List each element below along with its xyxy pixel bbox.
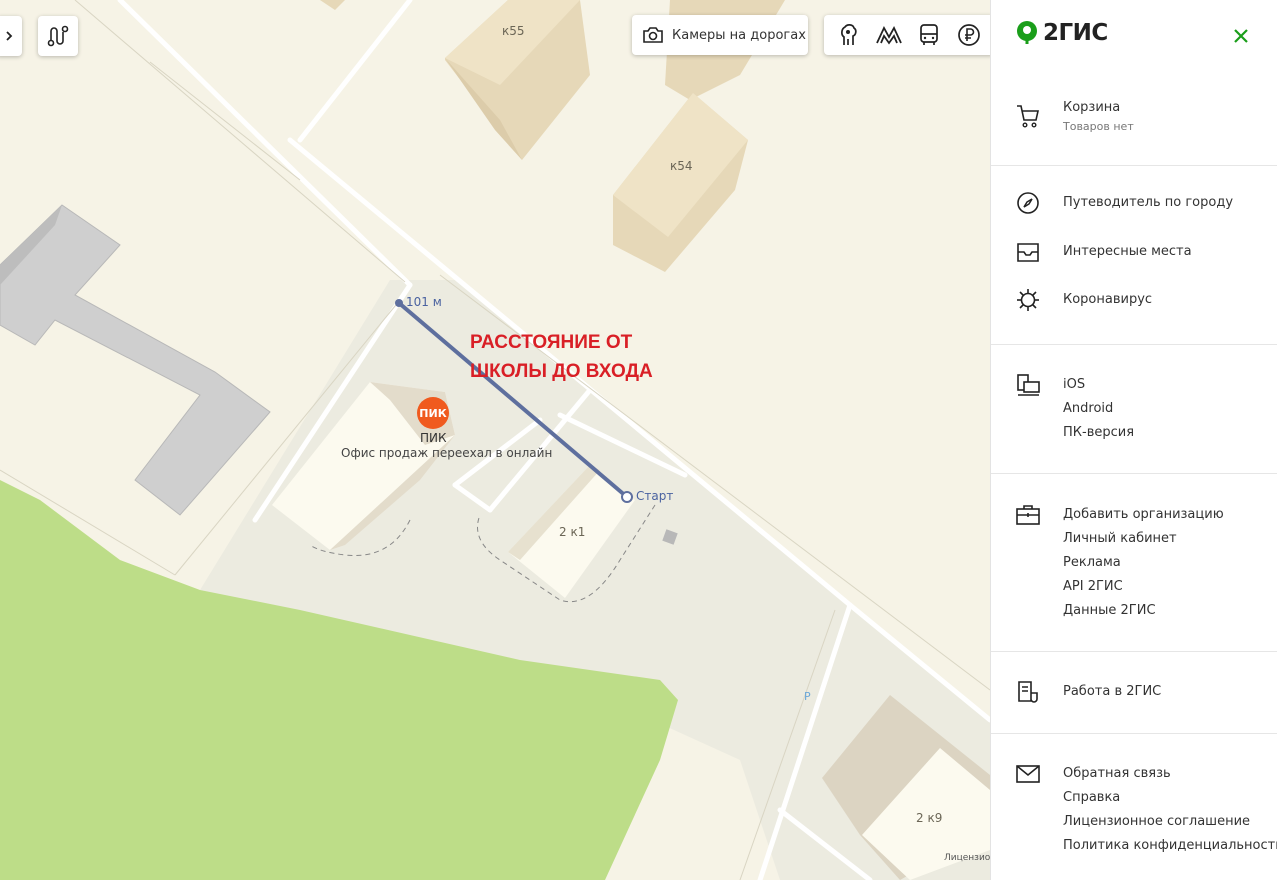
mail-icon: [1016, 765, 1040, 783]
cart-item[interactable]: Корзина Товаров нет: [991, 95, 1277, 145]
places-label: Интересные места: [1063, 244, 1192, 259]
business-group: Добавить организацию Личный кабинет Рекл…: [991, 500, 1277, 630]
logo[interactable]: 2ГИС: [1015, 20, 1108, 46]
ruler-distance-label: 101 м: [406, 295, 442, 309]
layers-toolbar: [824, 15, 990, 55]
expand-panel-button[interactable]: [0, 16, 22, 56]
privacy-policy-link[interactable]: Политика конфиденциальности: [1063, 838, 1277, 853]
stray-label: Р: [804, 690, 811, 703]
attractions-layer-button[interactable]: [832, 18, 866, 52]
cart-label: Корзина: [1063, 100, 1121, 115]
jobs-label: Работа в 2ГИС: [1063, 684, 1162, 699]
jobs-item[interactable]: Работа в 2ГИС: [991, 677, 1277, 707]
cameras-label: Камеры на дорогах: [672, 27, 806, 43]
divider: [991, 165, 1277, 166]
close-button[interactable]: [1231, 26, 1251, 46]
divider: [991, 651, 1277, 652]
annotation-line-2: ШКОЛЫ ДО ВХОДА: [470, 361, 653, 382]
ruler-point-end: [395, 299, 403, 307]
cart-sub: Товаров нет: [1063, 120, 1134, 133]
places-item[interactable]: Интересные места: [991, 237, 1277, 267]
ruble-layer-button[interactable]: [952, 18, 986, 52]
covid-label: Коронавирус: [1063, 292, 1153, 307]
briefcase-icon: [1016, 505, 1040, 525]
logo-text: 2ГИС: [1043, 20, 1108, 46]
license-text[interactable]: Лицензион: [944, 853, 990, 863]
api-link[interactable]: API 2ГИС: [1063, 579, 1123, 594]
help-link[interactable]: Справка: [1063, 790, 1120, 805]
map-view[interactable]: к55 к54 2 к1 2 к9 Р Камеры на дорогах ПИ…: [0, 0, 990, 880]
annotation-line-1: РАССТОЯНИЕ ОТ: [470, 332, 633, 353]
virus-icon: [1017, 289, 1039, 311]
guide-label: Путеводитель по городу: [1063, 195, 1234, 210]
inbox-icon: [1017, 243, 1039, 262]
route-button[interactable]: [38, 16, 78, 56]
apps-group: iOS Android ПК-версия: [991, 370, 1277, 450]
covid-item[interactable]: Коронавирус: [991, 285, 1277, 315]
add-organization-link[interactable]: Добавить организацию: [1063, 507, 1224, 522]
bus-layer-button[interactable]: [912, 18, 946, 52]
metro-layer-button[interactable]: [872, 18, 906, 52]
building-label-k54: к54: [670, 159, 693, 173]
advertising-link[interactable]: Реклама: [1063, 555, 1121, 570]
divider: [991, 473, 1277, 474]
camera-icon: [643, 27, 663, 43]
close-icon: [1234, 29, 1248, 43]
ruble-icon: [958, 24, 980, 46]
route-icon: [47, 25, 69, 47]
license-agreement-link[interactable]: Лицензионное соглашение: [1063, 814, 1250, 829]
logo-icon: [1017, 21, 1037, 44]
building-label-2k9: 2 к9: [916, 811, 942, 825]
data-link[interactable]: Данные 2ГИС: [1063, 603, 1156, 618]
feedback-link[interactable]: Обратная связь: [1063, 766, 1171, 781]
side-panel: 2ГИС Корзина Товаров нет Путеводитель по…: [990, 0, 1277, 880]
apps-ios-link[interactable]: iOS: [1063, 377, 1085, 392]
devices-icon: [1017, 374, 1040, 396]
metro-icon: [876, 26, 902, 45]
compass-icon: [1017, 192, 1039, 214]
chevron-right-icon: [6, 31, 13, 41]
cameras-button[interactable]: Камеры на дорогах: [632, 15, 808, 55]
personal-account-link[interactable]: Личный кабинет: [1063, 531, 1177, 546]
guide-item[interactable]: Путеводитель по городу: [991, 188, 1277, 218]
ruler-start-label: Старт: [636, 489, 674, 503]
building-label-k55: к55: [502, 24, 525, 38]
ruler-point-start: [621, 491, 633, 503]
divider: [991, 344, 1277, 345]
map-canvas: к55 к54 2 к1 2 к9 Р: [0, 0, 990, 880]
pik-poi-marker[interactable]: ПИК: [417, 397, 449, 429]
annotation-text: РАССТОЯНИЕ ОТ ШКОЛЫ ДО ВХОДА: [470, 328, 653, 386]
divider: [991, 733, 1277, 734]
contact-group: Обратная связь Справка Лицензионное согл…: [991, 759, 1277, 859]
apps-android-link[interactable]: Android: [1063, 401, 1113, 416]
poi-name[interactable]: ПИК: [420, 431, 447, 445]
apps-pc-link[interactable]: ПК-версия: [1063, 425, 1134, 440]
poi-description: Офис продаж переехал в онлайн: [341, 446, 553, 460]
attractions-icon: [841, 24, 857, 45]
document-icon: [1018, 681, 1038, 703]
cart-icon: [1017, 105, 1039, 128]
bus-icon: [920, 24, 938, 45]
building-label-2k1: 2 к1: [559, 525, 585, 539]
